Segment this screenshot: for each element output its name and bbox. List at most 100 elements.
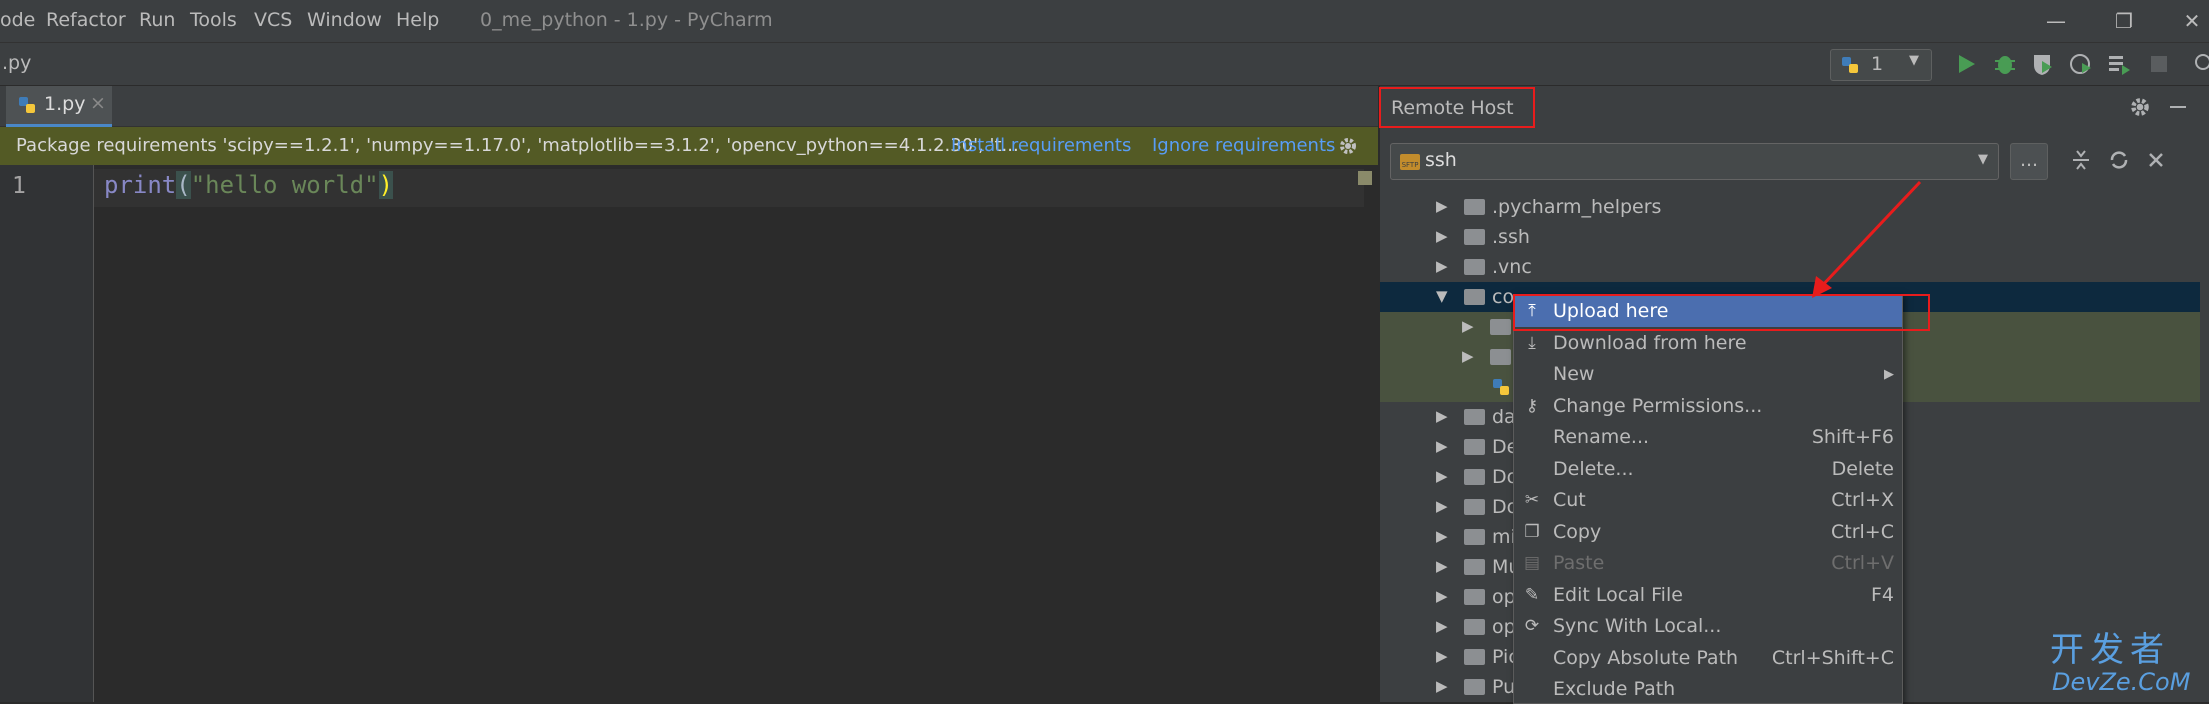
- context-menu: ⤒ Upload here ⤓ Download from here New ▶…: [1513, 294, 1903, 704]
- run-icon[interactable]: [1953, 51, 1979, 77]
- menu-item-label: Upload here: [1553, 300, 1669, 322]
- menu-item-label: Delete...: [1553, 458, 1634, 480]
- stop-icon[interactable]: [2146, 51, 2172, 77]
- expand-arrow-icon[interactable]: ▶: [1436, 257, 1448, 275]
- run-config-label: 1: [1871, 53, 1884, 75]
- menu-tools[interactable]: Tools: [190, 9, 237, 31]
- expand-arrow-icon[interactable]: ▶: [1436, 497, 1448, 515]
- folder-icon: [1464, 259, 1485, 275]
- menu-item-rename[interactable]: Rename... Shift+F6: [1514, 422, 1902, 453]
- folder-icon: [1464, 499, 1485, 515]
- close-icon[interactable]: [2146, 150, 2166, 170]
- coverage-icon[interactable]: [2030, 51, 2056, 77]
- expand-arrow-icon[interactable]: ▶: [1436, 197, 1448, 215]
- expand-arrow-icon[interactable]: ▶: [1436, 587, 1448, 605]
- menu-item-copy-absolute-path[interactable]: Copy Absolute Path Ctrl+Shift+C: [1514, 643, 1902, 674]
- editor-gutter: 1: [0, 165, 94, 702]
- expand-arrow-icon[interactable]: ▶: [1436, 647, 1448, 665]
- menu-item-cut[interactable]: ✂ Cut Ctrl+X: [1514, 485, 1902, 516]
- expand-arrow-icon[interactable]: ▶: [1436, 557, 1448, 575]
- code-editor[interactable]: print("hello world"): [94, 165, 1378, 702]
- hide-panel-icon[interactable]: [2170, 106, 2186, 108]
- menu-item-paste[interactable]: ▤ Paste Ctrl+V: [1514, 548, 1902, 579]
- menu-bar: ode Refactor Run Tools VCS Window Help 0…: [0, 0, 2209, 43]
- sftp-icon: SFTP: [1400, 154, 1420, 170]
- minimize-button[interactable]: —: [2036, 6, 2076, 36]
- install-requirements-link[interactable]: Install requirements: [951, 135, 1131, 156]
- banner-message: Package requirements 'scipy==1.2.1', 'nu…: [16, 135, 1019, 156]
- menu-item-copy[interactable]: ❐ Copy Ctrl+C: [1514, 517, 1902, 548]
- build-icon[interactable]: [2106, 51, 2132, 77]
- expand-arrow-icon[interactable]: ▶: [1436, 527, 1448, 545]
- close-icon[interactable]: ×: [90, 92, 106, 114]
- editor-tab-bar: 1.py ×: [0, 86, 1378, 127]
- selected-host: ssh: [1425, 149, 1457, 171]
- tree-item-label: Pu: [1492, 676, 1516, 698]
- menu-item-delete[interactable]: Delete... Delete: [1514, 454, 1902, 485]
- profile-icon[interactable]: [2068, 51, 2094, 77]
- folder-icon: [1464, 589, 1485, 605]
- menu-item-edit-local-file[interactable]: ✎ Edit Local File F4: [1514, 580, 1902, 611]
- tree-item[interactable]: ▶ .vnc: [1380, 252, 2200, 282]
- menu-item-label: Rename...: [1553, 426, 1650, 448]
- expand-arrow-icon[interactable]: ▶: [1436, 677, 1448, 695]
- expand-arrow-icon[interactable]: ▶: [1462, 347, 1474, 365]
- menu-item-change-permissions[interactable]: ⚷ Change Permissions...: [1514, 391, 1902, 422]
- menu-item-new[interactable]: New ▶: [1514, 359, 1902, 390]
- requirements-banner: Package requirements 'scipy==1.2.1', 'nu…: [0, 127, 1378, 165]
- folder-icon: [1464, 289, 1485, 305]
- tree-item[interactable]: ▶ .pycharm_helpers: [1380, 192, 2200, 222]
- folder-icon: [1464, 529, 1485, 545]
- tree-item-label: .vnc: [1492, 256, 1532, 278]
- expand-arrow-icon[interactable]: ▶: [1436, 437, 1448, 455]
- debug-icon[interactable]: [1992, 51, 2018, 77]
- gear-icon[interactable]: [1338, 136, 1358, 156]
- browse-hosts-button[interactable]: ...: [2010, 143, 2048, 180]
- inspection-marker[interactable]: [1358, 171, 1372, 185]
- expand-arrow-icon[interactable]: ▶: [1462, 317, 1474, 335]
- collapse-arrow-icon[interactable]: ▼: [1436, 287, 1448, 305]
- menu-item-label: Change Permissions...: [1553, 395, 1763, 417]
- expand-arrow-icon[interactable]: ▶: [1436, 227, 1448, 245]
- host-select[interactable]: SFTP ssh ▼: [1390, 143, 1999, 180]
- upload-icon: ⤒: [1528, 301, 1536, 321]
- menu-item-exclude-path[interactable]: Exclude Path: [1514, 674, 1902, 703]
- menu-window[interactable]: Window: [307, 9, 382, 31]
- breadcrumb[interactable]: .py: [2, 52, 31, 74]
- menu-item-label: Edit Local File: [1553, 584, 1683, 606]
- tab-1-py[interactable]: 1.py ×: [6, 86, 112, 127]
- svg-text:SFTP: SFTP: [1402, 161, 1419, 169]
- settings-gear-icon[interactable]: [2129, 96, 2151, 118]
- tree-item[interactable]: ▶ .ssh: [1380, 222, 2200, 252]
- run-configuration-select[interactable]: 1 ▼: [1830, 49, 1932, 81]
- tree-item-label: .ssh: [1492, 226, 1530, 248]
- tree-item-label: .pycharm_helpers: [1492, 196, 1662, 218]
- line-number: 1: [12, 173, 26, 199]
- refresh-icon[interactable]: [2108, 148, 2130, 172]
- expand-arrow-icon[interactable]: ▶: [1436, 467, 1448, 485]
- folder-icon: [1464, 439, 1485, 455]
- expand-arrow-icon[interactable]: ▶: [1436, 617, 1448, 635]
- menu-run[interactable]: Run: [139, 9, 175, 31]
- menu-item-download-from-here[interactable]: ⤓ Download from here: [1514, 328, 1902, 359]
- folder-icon: [1490, 319, 1511, 335]
- paste-icon: ▤: [1523, 553, 1541, 573]
- collapse-all-icon[interactable]: [2070, 148, 2092, 172]
- search-icon[interactable]: [2190, 51, 2209, 77]
- watermark-logo: 开发者: [2050, 630, 2170, 670]
- code-line[interactable]: print("hello world"): [104, 171, 393, 199]
- menu-item-sync-with-local[interactable]: ⟳ Sync With Local...: [1514, 611, 1902, 642]
- close-window-button[interactable]: ✕: [2172, 6, 2209, 36]
- python-file-icon: [1493, 379, 1509, 395]
- menu-help[interactable]: Help: [396, 9, 439, 31]
- chevron-down-icon: ▼: [1978, 152, 1988, 167]
- menu-refactor[interactable]: Refactor: [46, 9, 126, 31]
- restore-button[interactable]: ❐: [2104, 6, 2144, 36]
- menu-item-label: Paste: [1553, 552, 1605, 574]
- ignore-requirements-link[interactable]: Ignore requirements: [1152, 135, 1335, 156]
- menu-code[interactable]: ode: [0, 9, 35, 31]
- expand-arrow-icon[interactable]: ▶: [1436, 407, 1448, 425]
- folder-icon: [1464, 229, 1485, 245]
- annotation-arrow: [1812, 180, 1922, 298]
- menu-vcs[interactable]: VCS: [254, 9, 292, 31]
